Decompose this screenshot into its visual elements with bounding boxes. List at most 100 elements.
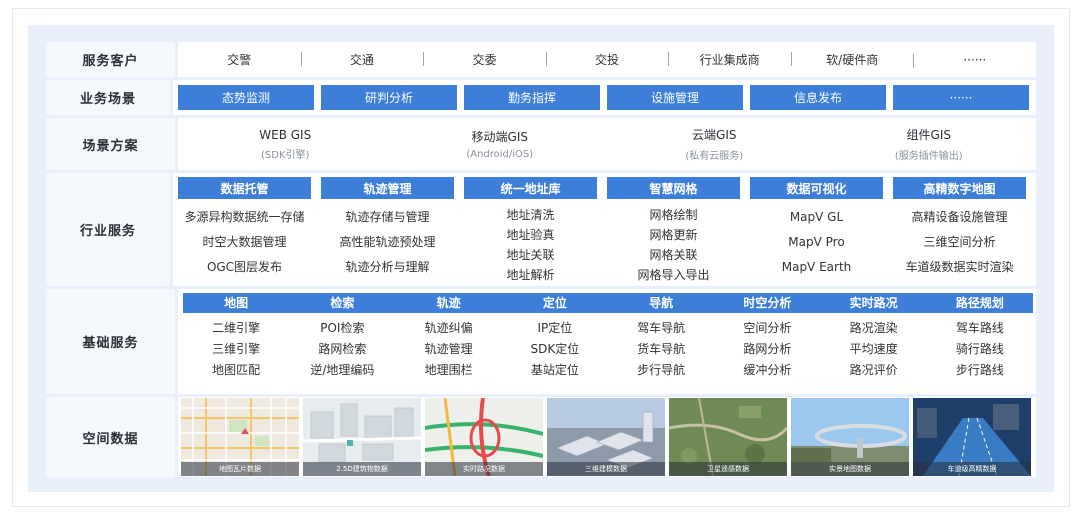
solution-item: 组件GIS (服务插件输出) (822, 126, 1037, 162)
base-service-title: 实时路况 (849, 296, 898, 310)
industry-group-title: 数据托管 (178, 177, 311, 199)
model3d-tile-image: 三维建模数据 (547, 398, 665, 476)
scenario-box: 勤务指挥 (464, 85, 600, 110)
industry-item: 三维空间分析 (923, 235, 996, 249)
solution-title: 组件GIS (906, 128, 951, 142)
building-tile-image: 2.5D建筑物数据 (303, 398, 421, 476)
base-service-item: 逆/地理编码 (310, 363, 375, 377)
base-services: 地图 检索 轨迹 定位 导航 时空分析 实时路况 路径规划 二维引擎 三维引擎 … (178, 289, 1036, 394)
base-service-item: 步行路线 (955, 363, 1004, 377)
tile-caption: 地图瓦片数据 (181, 462, 299, 476)
row-label-base: 基础服务 (46, 289, 175, 394)
streetview-tile-image: 实景地图数据 (791, 398, 909, 476)
row-industry: 行业服务 数据托管 多源异构数据统一存储 时空大数据管理 OGC图层发布 轨迹管… (46, 173, 1036, 286)
industry-item: 高性能轨迹预处理 (339, 235, 436, 249)
customer-item: 软/硬件商 (790, 51, 914, 68)
industry-item: MapV Pro (788, 235, 845, 249)
base-service-item: 路网分析 (743, 342, 792, 356)
solution-item: 移动端GIS (Android/iOS) (393, 128, 608, 160)
base-service-item: SDK定位 (530, 342, 580, 356)
base-service-item: IP定位 (537, 321, 573, 335)
customer-item: 交警 (227, 53, 252, 67)
solution-item: 云端GIS (私有云服务) (607, 126, 822, 162)
base-service-item: 缓冲分析 (743, 363, 792, 377)
base-service-column: 空间分析 路网分析 缓冲分析 (714, 318, 820, 381)
industry-group: 统一地址库 地址清洗 地址验真 地址关联 地址解析 (464, 177, 597, 286)
base-service-item: 骑行路线 (955, 342, 1004, 356)
industry-item: MapV GL (789, 210, 844, 224)
solutions-list: WEB GIS (SDK引擎) 移动端GIS (Android/iOS) 云端G… (178, 118, 1036, 170)
base-service-item: 货车导航 (637, 342, 686, 356)
base-service-title: 时空分析 (743, 296, 792, 310)
base-service-column: 驾车路线 骑行路线 步行路线 (927, 318, 1033, 381)
solution-subtitle: (服务插件输出) (894, 151, 963, 162)
solution-subtitle: (SDK引擎) (261, 149, 310, 161)
row-label-customers: 服务客户 (46, 42, 175, 77)
base-service-item: 路网检索 (318, 342, 367, 356)
base-service-item: 平均速度 (849, 342, 898, 356)
tile-caption: 实景地图数据 (791, 462, 909, 476)
row-label-spatial: 空间数据 (46, 397, 175, 477)
base-service-item: POI检索 (320, 321, 365, 335)
customer-item: ······ (913, 53, 1036, 68)
base-service-item: 驾车路线 (955, 321, 1004, 335)
industry-item: 轨迹分析与理解 (345, 260, 430, 274)
satellite-tile-image: 卫星遥感数据 (669, 398, 787, 476)
scenario-box: 信息发布 (750, 85, 886, 110)
base-service-column: IP定位 SDK定位 基站定位 (502, 318, 608, 381)
base-service-title: 检索 (330, 296, 355, 310)
industry-group-title: 高精数字地图 (893, 177, 1026, 199)
industry-groups: 数据托管 多源异构数据统一存储 时空大数据管理 OGC图层发布 轨迹管理 轨迹存… (173, 173, 1036, 286)
base-service-column: 二维引擎 三维引擎 地图匹配 (183, 318, 289, 381)
base-service-item: 地理围栏 (424, 363, 473, 377)
industry-item: 轨迹存储与管理 (345, 210, 430, 224)
industry-item: 地址关联 (506, 248, 555, 262)
solution-title: 云端GIS (692, 128, 737, 142)
row-label-scenarios: 业务场景 (46, 80, 170, 115)
scenario-box: 设施管理 (607, 85, 743, 110)
hdmap-tile-image: 车道级高精数据 (913, 398, 1031, 476)
industry-item: 地址解析 (506, 268, 555, 282)
industry-group: 智慧网格 网格绘制 网格更新 网格关联 网格导入导出 (607, 177, 740, 286)
industry-item: 网格关联 (649, 248, 698, 262)
traffic-tile-image: 实时路况数据 (425, 398, 543, 476)
row-label-industry: 行业服务 (46, 173, 170, 286)
base-service-item: 基站定位 (530, 363, 579, 377)
row-customers: 服务客户 交警 交通 交委 交投 行业集成商 软/硬件商 ······ (46, 42, 1036, 77)
tile-caption: 实时路况数据 (425, 462, 543, 476)
industry-item: 高精设备设施管理 (911, 210, 1008, 224)
row-base: 基础服务 地图 检索 轨迹 定位 导航 时空分析 实时路况 路径规划 二维引擎 … (46, 289, 1036, 394)
base-service-title: 轨迹 (436, 296, 461, 310)
base-service-title: 地图 (224, 296, 249, 310)
industry-item: 车道级数据实时渲染 (905, 260, 1014, 274)
scenario-box: 研判分析 (321, 85, 457, 110)
industry-group-title: 数据可视化 (750, 177, 883, 199)
base-services-columns: 二维引擎 三维引擎 地图匹配 POI检索 路网检索 逆/地理编码 轨迹纠偏 轨迹… (183, 318, 1033, 381)
solution-subtitle: (Android/iOS) (466, 149, 534, 160)
base-service-item: 步行导航 (637, 363, 686, 377)
solution-title: 移动端GIS (471, 130, 528, 144)
scenario-box: ······ (893, 85, 1029, 110)
base-service-item: 轨迹管理 (424, 342, 473, 356)
tile-caption: 2.5D建筑物数据 (303, 462, 421, 476)
industry-item: MapV Earth (781, 260, 852, 274)
customer-item: 交通 (300, 51, 424, 68)
customer-item: 交委 (423, 51, 546, 68)
row-solutions: 场景方案 WEB GIS (SDK引擎) 移动端GIS (Android/iOS… (46, 118, 1036, 170)
base-service-title: 定位 (542, 296, 567, 310)
row-scenarios: 业务场景 态势监测 研判分析 勤务指挥 设施管理 信息发布 ······ (46, 80, 1036, 115)
industry-group-title: 智慧网格 (607, 177, 740, 199)
solution-item: WEB GIS (SDK引擎) (178, 128, 393, 161)
tile-caption: 车道级高精数据 (913, 462, 1031, 476)
customers-list: 交警 交通 交委 交投 行业集成商 软/硬件商 ······ (178, 42, 1036, 77)
industry-item: 网格更新 (649, 228, 698, 242)
base-service-item: 三维引擎 (212, 342, 261, 356)
industry-item: 时空大数据管理 (202, 235, 287, 249)
base-service-title: 导航 (649, 296, 674, 310)
map-tile-image: 地图瓦片数据 (181, 398, 299, 476)
industry-group: 数据可视化 MapV GL MapV Pro MapV Earth (750, 177, 883, 286)
row-label-solutions: 场景方案 (46, 118, 175, 170)
industry-item: 网格绘制 (649, 208, 698, 222)
industry-item: 地址验真 (506, 228, 555, 242)
industry-item: OGC图层发布 (206, 260, 283, 274)
